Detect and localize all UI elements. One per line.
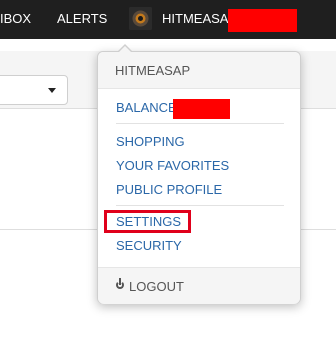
balance-redaction bbox=[173, 99, 230, 119]
dropdown-header: HITMEASAP bbox=[98, 52, 300, 89]
menu-item-favorites[interactable]: YOUR FAVORITES bbox=[116, 158, 229, 173]
menu-item-public-profile[interactable]: PUBLIC PROFILE bbox=[116, 182, 222, 197]
filter-select[interactable] bbox=[0, 75, 68, 105]
avatar-image bbox=[129, 7, 152, 30]
menu-item-settings[interactable]: SETTINGS bbox=[116, 214, 181, 229]
menu-item-security[interactable]: SECURITY bbox=[116, 238, 182, 253]
redaction-box bbox=[228, 9, 297, 32]
dropdown-header-username: HITMEASAP bbox=[115, 63, 191, 78]
menu-item-balance[interactable]: BALANCE bbox=[116, 100, 177, 115]
nav-inbox[interactable]: IBOX bbox=[0, 0, 31, 39]
power-icon-stem bbox=[119, 278, 121, 285]
menu-divider bbox=[116, 205, 284, 206]
menu-divider bbox=[116, 123, 284, 124]
logout-label: LOGOUT bbox=[129, 279, 184, 294]
nav-alerts[interactable]: ALERTS bbox=[57, 0, 107, 39]
avatar bbox=[129, 7, 152, 30]
logout-button[interactable]: LOGOUT bbox=[98, 267, 300, 304]
caret-down-icon bbox=[48, 88, 56, 93]
user-name: HITMEASAP bbox=[162, 11, 238, 26]
menu-item-shopping[interactable]: SHOPPING bbox=[116, 134, 185, 149]
user-dropdown-menu: HITMEASAP BALANCE SHOPPING YOUR FAVORITE… bbox=[97, 44, 301, 304]
